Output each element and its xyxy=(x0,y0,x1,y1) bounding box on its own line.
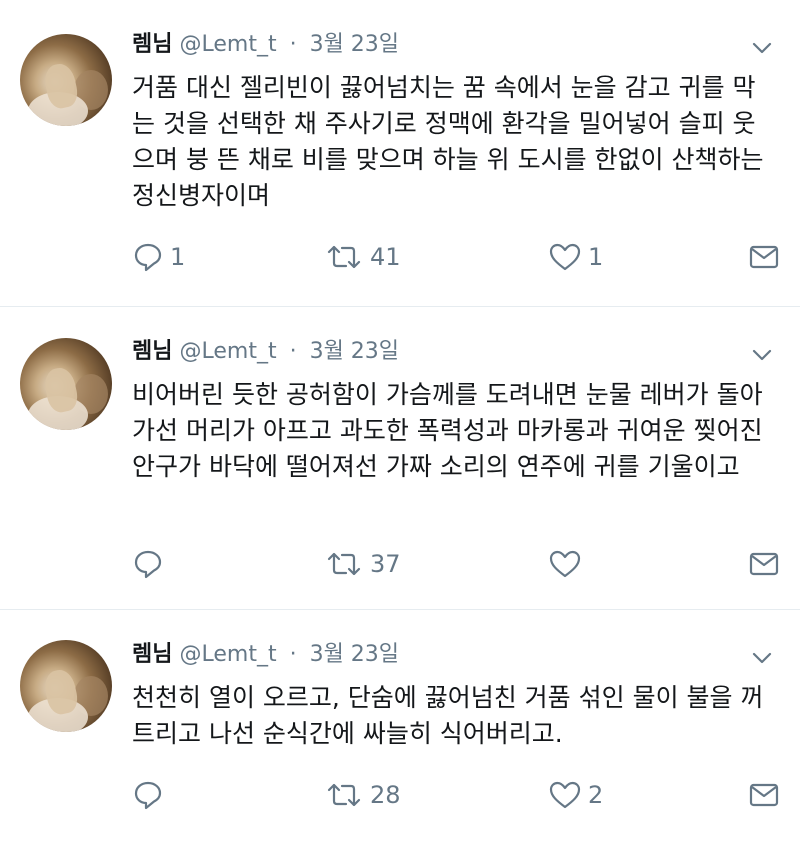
tweet-text: 천천히 열이 오르고, 단숨에 끓어넘친 거품 섞인 물이 불을 꺼트리고 나선… xyxy=(132,683,764,748)
chevron-down-icon[interactable] xyxy=(750,646,774,670)
direct-message-button[interactable] xyxy=(748,547,780,581)
envelope-icon xyxy=(748,549,780,579)
tweet-actions: 1 41 1 xyxy=(132,240,782,274)
heart-icon xyxy=(548,779,582,811)
retweet-icon xyxy=(324,779,364,811)
tweet-text: 거품 대신 젤리빈이 끓어넘치는 꿈 속에서 눈을 감고 귀를 막는 것을 선택… xyxy=(132,73,764,210)
reply-icon xyxy=(132,241,164,273)
tweet-header: 렘님 @Lemt_t · 3월 23일 xyxy=(132,30,399,60)
chevron-down-icon[interactable] xyxy=(750,343,774,367)
reply-button[interactable] xyxy=(132,778,170,812)
envelope-icon xyxy=(748,242,780,272)
tweet-actions: 28 2 xyxy=(132,778,782,812)
retweet-icon xyxy=(324,548,364,580)
like-button[interactable]: 2 xyxy=(548,778,603,812)
like-count: 1 xyxy=(588,243,604,271)
reply-icon xyxy=(132,548,164,580)
separator-dot: · xyxy=(289,642,297,667)
direct-message-button[interactable] xyxy=(748,778,780,812)
tweet-actions: 37 xyxy=(132,547,782,581)
like-button[interactable]: 1 xyxy=(548,240,603,274)
avatar[interactable] xyxy=(20,338,112,430)
heart-icon xyxy=(548,241,582,273)
reply-button[interactable]: 1 xyxy=(132,240,185,274)
author-name[interactable]: 렘님 xyxy=(132,642,172,667)
tweet-text: 비어버린 듯한 공허함이 가슴께를 도려내면 눈물 레버가 돌아가선 머리가 아… xyxy=(132,380,763,481)
tweet[interactable]: 렘님 @Lemt_t · 3월 23일 천천히 열이 오르고, 단숨에 끓어넘친… xyxy=(0,610,800,856)
tweet[interactable]: 렘님 @Lemt_t · 3월 23일 거품 대신 젤리빈이 끓어넘치는 꿈 속… xyxy=(0,0,800,307)
heart-icon xyxy=(548,548,582,580)
author-handle[interactable]: @Lemt_t xyxy=(179,339,276,364)
separator-dot: · xyxy=(289,339,297,364)
avatar[interactable] xyxy=(20,640,112,732)
direct-message-button[interactable] xyxy=(748,240,780,274)
reply-icon xyxy=(132,779,164,811)
retweet-count: 41 xyxy=(370,243,401,271)
tweet-header: 렘님 @Lemt_t · 3월 23일 xyxy=(132,640,399,670)
tweet-date[interactable]: 3월 23일 xyxy=(310,339,399,364)
author-name[interactable]: 렘님 xyxy=(132,32,172,57)
retweet-button[interactable]: 41 xyxy=(324,240,401,274)
envelope-icon xyxy=(748,780,780,810)
chevron-down-icon[interactable] xyxy=(750,36,774,60)
tweet[interactable]: 렘님 @Lemt_t · 3월 23일 비어버린 듯한 공허함이 가슴께를 도려… xyxy=(0,307,800,610)
timeline: 렘님 @Lemt_t · 3월 23일 거품 대신 젤리빈이 끓어넘치는 꿈 속… xyxy=(0,0,800,856)
retweet-button[interactable]: 37 xyxy=(324,547,401,581)
author-handle[interactable]: @Lemt_t xyxy=(179,32,276,57)
separator-dot: · xyxy=(289,32,297,57)
retweet-count: 37 xyxy=(370,550,401,578)
tweet-date[interactable]: 3월 23일 xyxy=(310,32,399,57)
reply-count: 1 xyxy=(170,243,186,271)
author-name[interactable]: 렘님 xyxy=(132,339,172,364)
avatar[interactable] xyxy=(20,34,112,126)
reply-button[interactable] xyxy=(132,547,170,581)
retweet-button[interactable]: 28 xyxy=(324,778,401,812)
like-button[interactable] xyxy=(548,547,588,581)
retweet-count: 28 xyxy=(370,781,401,809)
retweet-icon xyxy=(324,241,364,273)
tweet-date[interactable]: 3월 23일 xyxy=(310,642,399,667)
tweet-header: 렘님 @Lemt_t · 3월 23일 xyxy=(132,337,399,367)
like-count: 2 xyxy=(588,781,604,809)
author-handle[interactable]: @Lemt_t xyxy=(179,642,276,667)
